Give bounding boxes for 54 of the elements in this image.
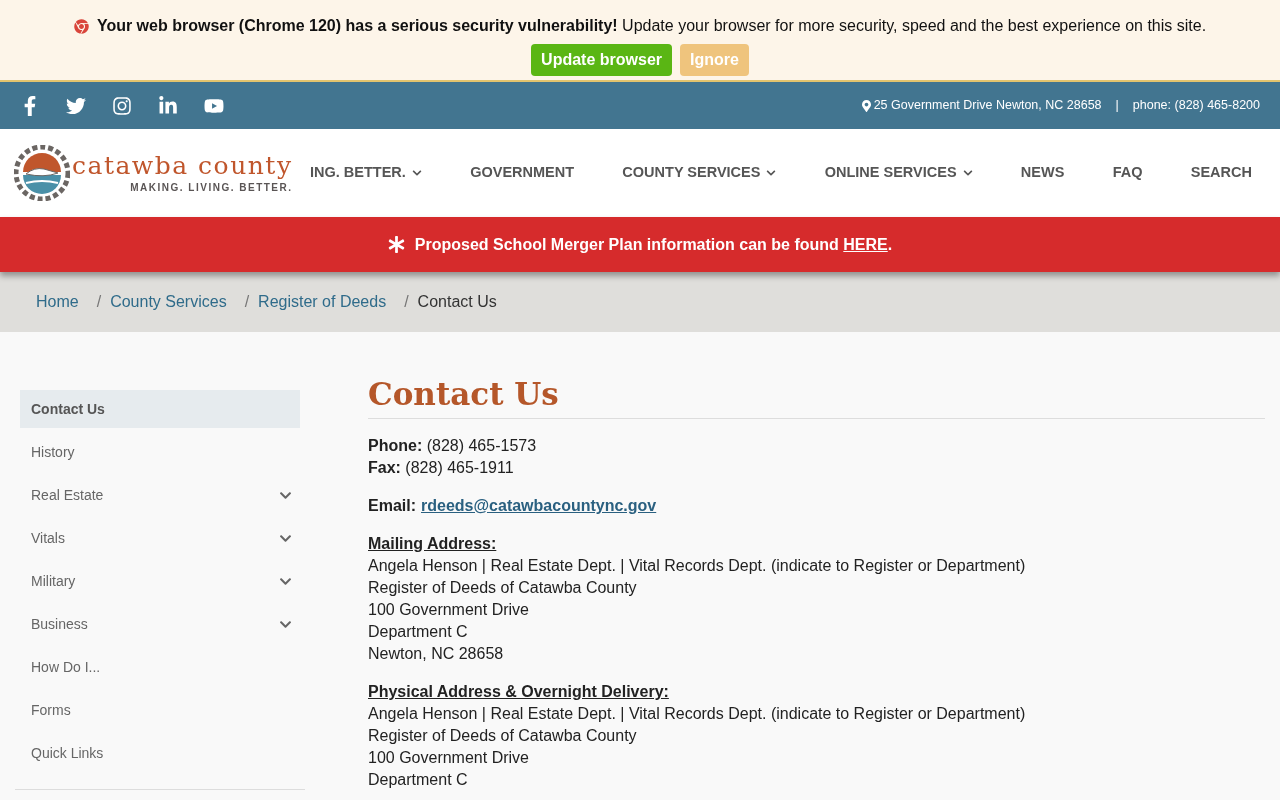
address-text: 25 Government Drive Newton, NC 28658 bbox=[873, 97, 1102, 115]
address-line: Department C bbox=[368, 622, 468, 642]
breadcrumb-current: Contact Us bbox=[417, 292, 497, 312]
contact-line: Phone: (828) 465-1573 bbox=[368, 436, 537, 456]
map-pin-icon bbox=[861, 99, 871, 112]
logo-emblem-icon bbox=[14, 145, 70, 201]
sidebar-item[interactable]: How Do I... bbox=[20, 648, 300, 686]
breadcrumb-separator: / bbox=[96, 292, 102, 312]
sidebar-item[interactable]: Vitals bbox=[20, 519, 300, 557]
nav-link[interactable]: ONLINE SERVICES bbox=[824, 162, 973, 184]
instagram-icon[interactable] bbox=[112, 95, 132, 116]
notice-message: Your web browser (Chrome 120) has a serious security vulnerability! Update your browser for more security, speed and the best experience on this site. bbox=[96, 16, 1207, 36]
contact-line: Fax: (828) 465-1911 bbox=[368, 458, 514, 478]
nav-link[interactable]: COUNTY SERVICES bbox=[622, 162, 777, 184]
address-line: Angela Henson | Real Estate Dept. | Vital Records Dept. (indicate to Register or Department) bbox=[368, 704, 1026, 724]
nav-link[interactable]: FAQ bbox=[1112, 162, 1143, 184]
twitter-icon[interactable] bbox=[66, 95, 86, 116]
asterisk-icon bbox=[387, 236, 405, 253]
address-line: Department C bbox=[368, 770, 468, 790]
email-link[interactable]: rdeeds@catawbacountync.gov bbox=[421, 495, 657, 517]
address-line: Register of Deeds of Catawba County bbox=[368, 726, 637, 746]
nav-link[interactable]: SEARCH bbox=[1190, 162, 1252, 184]
address-heading: Physical Address & Overnight Delivery: bbox=[368, 682, 669, 702]
address-line: 100 Government Drive bbox=[368, 600, 529, 620]
nav-link[interactable]: ING. BETTER. bbox=[310, 162, 422, 184]
nav-link[interactable]: GOVERNMENT bbox=[470, 162, 575, 184]
breadcrumb-link[interactable]: County Services bbox=[110, 290, 227, 314]
nav-link[interactable]: NEWS bbox=[1020, 162, 1065, 184]
logo-name: catawba county bbox=[72, 151, 293, 180]
separator: | bbox=[1115, 97, 1119, 115]
linkedin-icon[interactable] bbox=[158, 95, 178, 116]
sidebar-item[interactable]: Quick Links bbox=[20, 734, 300, 772]
sidebar-item[interactable]: Military bbox=[20, 562, 300, 600]
email-label: Email: bbox=[368, 496, 416, 516]
here-link[interactable]: HERE bbox=[843, 235, 888, 253]
sidebar-item[interactable]: History bbox=[20, 433, 300, 471]
sidebar-item[interactable]: Contact Us bbox=[20, 390, 300, 428]
page-title: Contact Us bbox=[368, 375, 560, 414]
address-line: Newton, NC 28658 bbox=[368, 644, 504, 664]
address-line: Angela Henson | Real Estate Dept. | Vital Records Dept. (indicate to Register or Department) bbox=[368, 556, 1026, 576]
sidebar-item[interactable]: Real Estate bbox=[20, 476, 300, 514]
breadcrumb-separator: / bbox=[404, 292, 409, 312]
chrome-icon bbox=[73, 18, 89, 34]
sidebar-item[interactable]: Business bbox=[20, 605, 300, 643]
phone-text: phone: (828) 465-8200 bbox=[1132, 97, 1260, 115]
logo-tagline: MAKING. LIVING. BETTER. bbox=[130, 180, 293, 195]
address-line: 100 Government Drive bbox=[368, 748, 529, 768]
breadcrumb-link[interactable]: Home bbox=[36, 290, 79, 314]
breadcrumb-separator: / bbox=[244, 292, 250, 312]
sidebar-item[interactable]: Forms bbox=[20, 691, 300, 729]
address-line: Register of Deeds of Catawba County bbox=[368, 578, 637, 598]
alert-message: Proposed School Merger Plan information can be found HERE. bbox=[414, 234, 893, 255]
breadcrumb-link[interactable]: Register of Deeds bbox=[258, 290, 387, 314]
address-heading: Mailing Address: bbox=[368, 534, 497, 554]
